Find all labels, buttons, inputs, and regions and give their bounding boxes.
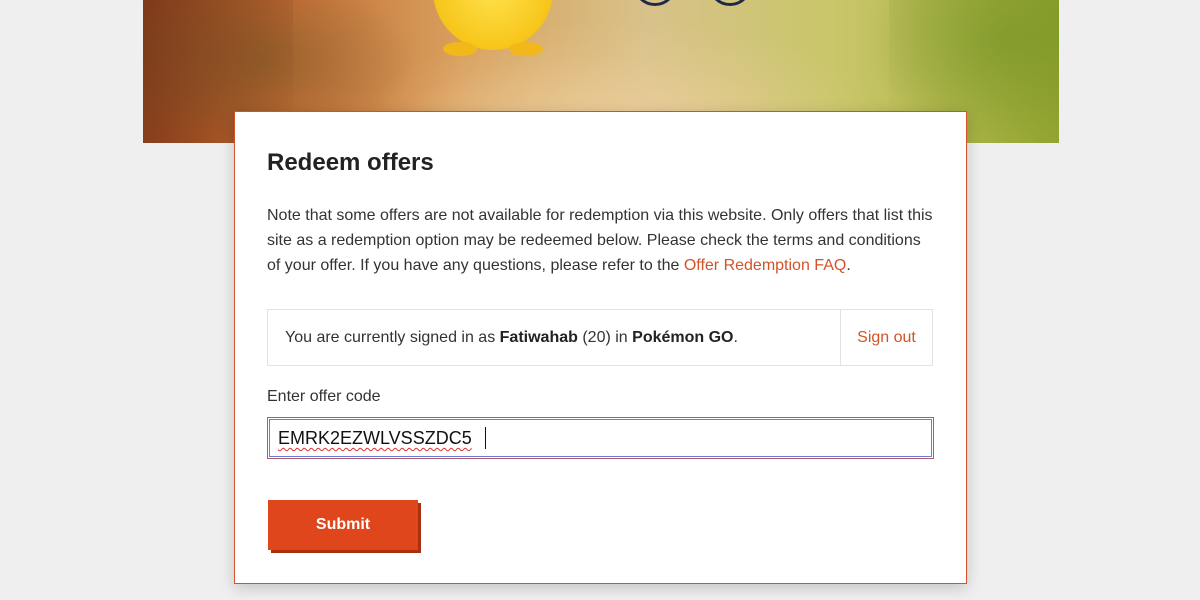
logo-ring-left [633, 0, 677, 6]
signed-in-game: Pokémon GO [632, 329, 734, 346]
logo-ring-right [708, 0, 752, 6]
signed-in-prefix: You are currently signed in as [285, 329, 500, 346]
signed-in-middle: in [610, 329, 633, 346]
offer-code-input[interactable] [267, 417, 934, 459]
redeem-card: Redeem offers Note that some offers are … [234, 111, 967, 584]
submit-button[interactable]: Submit [268, 500, 418, 550]
signed-in-status: You are currently signed in as Fatiwahab… [285, 329, 738, 347]
redemption-note: Note that some offers are not available … [267, 203, 937, 278]
faq-link[interactable]: Offer Redemption FAQ [684, 257, 846, 274]
text-caret [485, 427, 486, 449]
note-end: . [846, 257, 851, 274]
signed-in-level: (20) [582, 329, 611, 346]
signed-in-username: Fatiwahab [499, 329, 578, 346]
pikachu-left-foot [443, 42, 477, 56]
sign-out-link[interactable]: Sign out [840, 310, 932, 365]
page-title: Redeem offers [267, 149, 434, 176]
offer-code-label: Enter offer code [267, 388, 381, 405]
pikachu-right-foot [509, 42, 543, 56]
signed-in-suffix: . [733, 329, 738, 346]
signed-in-panel: You are currently signed in as Fatiwahab… [267, 309, 933, 366]
page: Redeem offers Note that some offers are … [0, 0, 1200, 600]
